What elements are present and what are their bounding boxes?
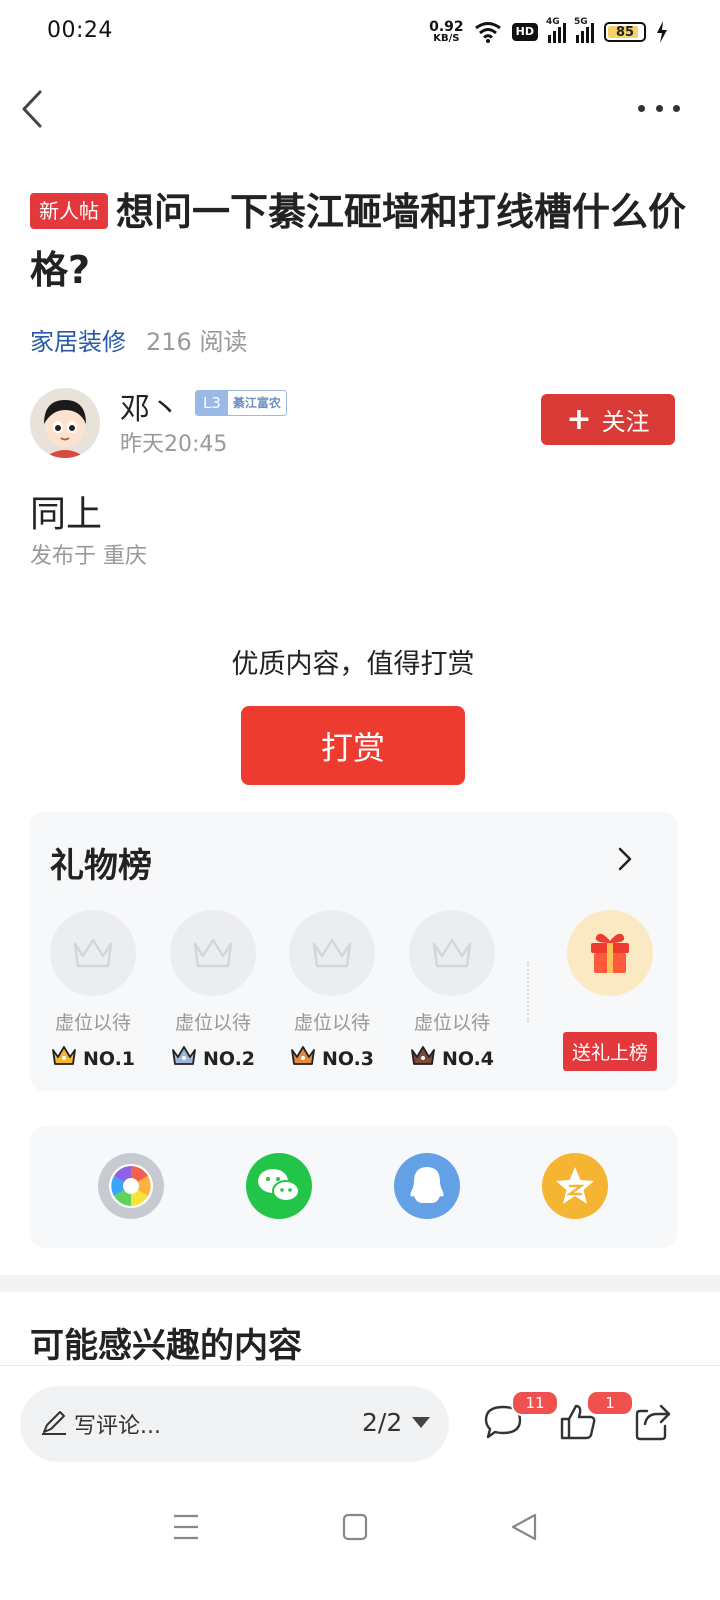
qq-icon[interactable] (394, 1153, 460, 1219)
category-link[interactable]: 家居装修 (30, 322, 126, 357)
empty-crown-icon (170, 910, 256, 996)
share-icon[interactable] (633, 1402, 673, 1442)
slot-status: 虚位以待 (293, 1012, 370, 1034)
slot-status: 虚位以待 (413, 1012, 490, 1034)
home-icon[interactable] (335, 1510, 375, 1544)
system-navigation-bar (0, 1480, 720, 1600)
slot-status: 虚位以待 (54, 1012, 131, 1034)
gift-slot[interactable]: 虚位以待 NO.1 (48, 910, 138, 1072)
post-time: 昨天20:45 (120, 432, 228, 457)
crown-bronze-icon (290, 1045, 316, 1072)
gift-slot[interactable]: 虚位以待 NO.2 (168, 910, 258, 1072)
comment-count-badge: 11 (511, 1390, 559, 1416)
level-value: L3 (196, 391, 228, 415)
empty-crown-icon (50, 910, 136, 996)
recommended-title: 可能感兴趣的内容 (30, 1326, 302, 1366)
follow-label: 关注 (601, 408, 650, 436)
pencil-icon (42, 1411, 66, 1435)
author-avatar[interactable] (30, 388, 100, 458)
signal-5g-icon: 5G (574, 17, 594, 43)
divider (527, 962, 529, 1022)
empty-crown-icon (409, 910, 495, 996)
gift-board-title: 礼物榜 (50, 846, 152, 886)
back-triangle-icon[interactable] (505, 1510, 545, 1544)
signal-5g-label: 5G (574, 17, 588, 27)
level-title: 綦江富农 (232, 396, 281, 410)
signal-4g-label: 4G (546, 17, 560, 27)
back-arrow-icon[interactable] (18, 88, 48, 130)
slot-rank: NO.4 (441, 1047, 495, 1070)
reward-prompt: 优质内容，值得打赏 (231, 649, 475, 680)
status-icons: 0.92 KB/S HD 4G 5G 85 (429, 17, 668, 46)
wifi-icon (474, 22, 501, 43)
comment-input[interactable]: 写评论... 2/2 (20, 1386, 449, 1462)
share-panel (30, 1126, 677, 1248)
hd-badge: HD (511, 23, 538, 41)
new-post-tag: 新人帖 (30, 193, 108, 229)
battery-icon: 85 (604, 22, 646, 42)
signal-4g-icon: 4G (546, 17, 566, 43)
level-badge: L3 綦江富农 (195, 390, 287, 416)
charging-icon (657, 21, 667, 43)
more-options-icon[interactable] (638, 96, 680, 120)
status-time: 00:24 (47, 18, 113, 43)
menu-icon[interactable] (166, 1510, 206, 1544)
slot-rank: NO.1 (82, 1047, 136, 1070)
author-name[interactable]: 邓丶 (120, 384, 180, 428)
post-location: 发布于 重庆 (30, 544, 147, 569)
read-count: 216 阅读 (146, 328, 248, 356)
network-speed: 0.92 KB/S (429, 20, 464, 44)
battery-level: 85 (615, 24, 635, 40)
qzone-icon[interactable] (542, 1153, 608, 1219)
chevron-right-icon[interactable] (612, 844, 636, 874)
page-indicator-text: 2/2 (362, 1408, 403, 1437)
follow-button[interactable]: + 关注 (541, 394, 675, 445)
avatar-image (30, 388, 100, 458)
slot-status: 虚位以待 (174, 1012, 251, 1034)
gift-slot[interactable]: 虚位以待 NO.4 (407, 910, 497, 1072)
gift-box-icon[interactable] (567, 910, 653, 996)
comment-placeholder: 写评论... (74, 1414, 161, 1439)
like-count-badge: 1 (586, 1390, 634, 1416)
gift-board: 礼物榜 虚位以待 NO.1 虚位以待 NO.2 虚位以待 NO.3 虚位以待 N… (30, 812, 677, 1091)
page-indicator[interactable]: 2/2 (362, 1408, 431, 1437)
crown-dark-icon (410, 1045, 436, 1072)
section-separator (0, 1275, 720, 1292)
send-gift-button[interactable]: 送礼上榜 (563, 1032, 657, 1071)
moments-icon[interactable] (98, 1153, 164, 1219)
wechat-icon[interactable] (246, 1153, 312, 1219)
plus-icon: + (566, 401, 592, 437)
slot-rank: NO.3 (321, 1047, 375, 1070)
bottom-action-bar: 写评论... 2/2 11 1 (0, 1365, 720, 1480)
reward-button[interactable]: 打赏 (241, 706, 465, 785)
status-bar: 00:24 0.92 KB/S HD 4G 5G 85 (0, 0, 720, 64)
gift-slot[interactable]: 虚位以待 NO.3 (287, 910, 377, 1072)
empty-crown-icon (289, 910, 375, 996)
network-speed-unit: KB/S (433, 32, 460, 44)
post-meta: 家居装修 216 阅读 (30, 322, 247, 357)
crown-silver-icon (171, 1045, 197, 1072)
post-title: 新人帖 想问一下綦江砸墙和打线槽什么价格? (30, 183, 690, 299)
crown-gold-icon (51, 1045, 77, 1072)
post-title-text: 想问一下綦江砸墙和打线槽什么价格? (30, 190, 687, 292)
slot-rank: NO.2 (202, 1047, 256, 1070)
caret-down-icon (412, 1417, 431, 1428)
post-content: 同上 (30, 494, 103, 535)
